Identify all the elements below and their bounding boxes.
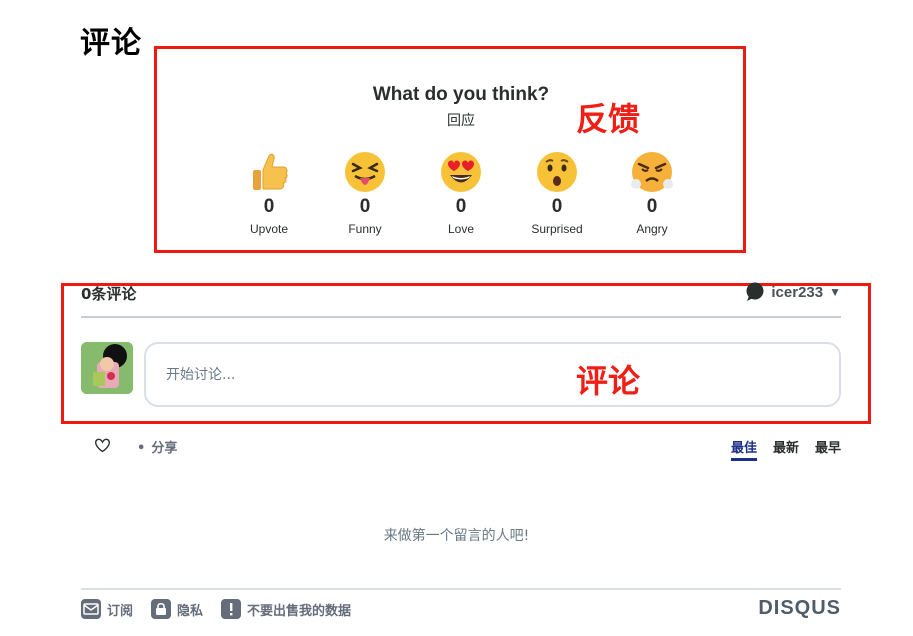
empty-comments-message: 来做第一个留言的人吧!: [383, 528, 530, 544]
reaction-label: Upvote: [249, 222, 289, 236]
reaction-count: 0: [455, 196, 467, 217]
reaction-upvote[interactable]: 0 Upvote: [219, 150, 319, 236]
chat-bubble-icon: [746, 282, 764, 301]
footer-divider: [81, 588, 841, 590]
do-not-sell-link[interactable]: 不要出售我的数据: [221, 599, 351, 619]
user-menu[interactable]: icer233 ▼: [745, 282, 841, 302]
reaction-label: Love: [447, 222, 475, 236]
reaction-surprised[interactable]: 0 Surprised: [507, 150, 607, 236]
chevron-down-icon: ▼: [829, 285, 841, 299]
reaction-count: 0: [551, 196, 563, 217]
comments-divider: [81, 316, 841, 318]
share-button[interactable]: • 分享: [137, 437, 177, 456]
privacy-label: 隐私: [177, 603, 204, 619]
do-not-sell-label: 不要出售我的数据: [247, 603, 352, 619]
exclamation-icon: [221, 599, 241, 619]
tongue-out-emoji-icon: [345, 152, 385, 192]
avatar-image: [81, 342, 133, 394]
bullet-dot: •: [137, 441, 146, 456]
reaction-label: Angry: [636, 222, 668, 236]
heart-eyes-emoji-icon: [441, 152, 481, 192]
thumbs-up-icon: [253, 153, 288, 190]
reactions-subtitle: 回应: [447, 113, 475, 129]
tab-oldest[interactable]: 最早: [815, 437, 841, 461]
username: icer233: [771, 283, 824, 301]
share-label: 分享: [151, 441, 178, 456]
comment-annotation-label: 评论: [576, 362, 641, 400]
reactions-title: What do you think?: [372, 84, 550, 105]
comment-count: 0条评论: [81, 285, 137, 303]
lock-icon: [151, 599, 171, 619]
reaction-love[interactable]: 0 Love: [411, 150, 511, 236]
surprised-emoji-icon: [537, 152, 577, 192]
disqus-logo[interactable]: DISQUS: [758, 597, 841, 620]
privacy-link[interactable]: 隐私: [151, 599, 203, 619]
reaction-funny[interactable]: 0 Funny: [315, 150, 415, 236]
comment-input[interactable]: [144, 342, 841, 407]
sort-tabs: 最佳 最新 最早: [730, 437, 841, 461]
subscribe-label: 订阅: [107, 603, 134, 619]
page-title: 评论: [80, 26, 142, 61]
envelope-icon: [81, 599, 101, 619]
reaction-count: 0: [263, 196, 275, 217]
subscribe-link[interactable]: 订阅: [81, 599, 133, 619]
reaction-count: 0: [359, 196, 371, 217]
heart-icon[interactable]: [94, 437, 111, 454]
tab-best[interactable]: 最佳: [730, 437, 757, 461]
avatar[interactable]: [81, 342, 133, 394]
reaction-label: Surprised: [531, 222, 583, 236]
reaction-label: Funny: [348, 222, 382, 236]
reaction-count: 0: [646, 196, 658, 217]
tab-newest[interactable]: 最新: [773, 437, 799, 461]
angry-emoji-icon: [631, 152, 673, 192]
reaction-angry[interactable]: 0 Angry: [602, 150, 702, 236]
feedback-annotation-label: 反馈: [576, 100, 641, 138]
